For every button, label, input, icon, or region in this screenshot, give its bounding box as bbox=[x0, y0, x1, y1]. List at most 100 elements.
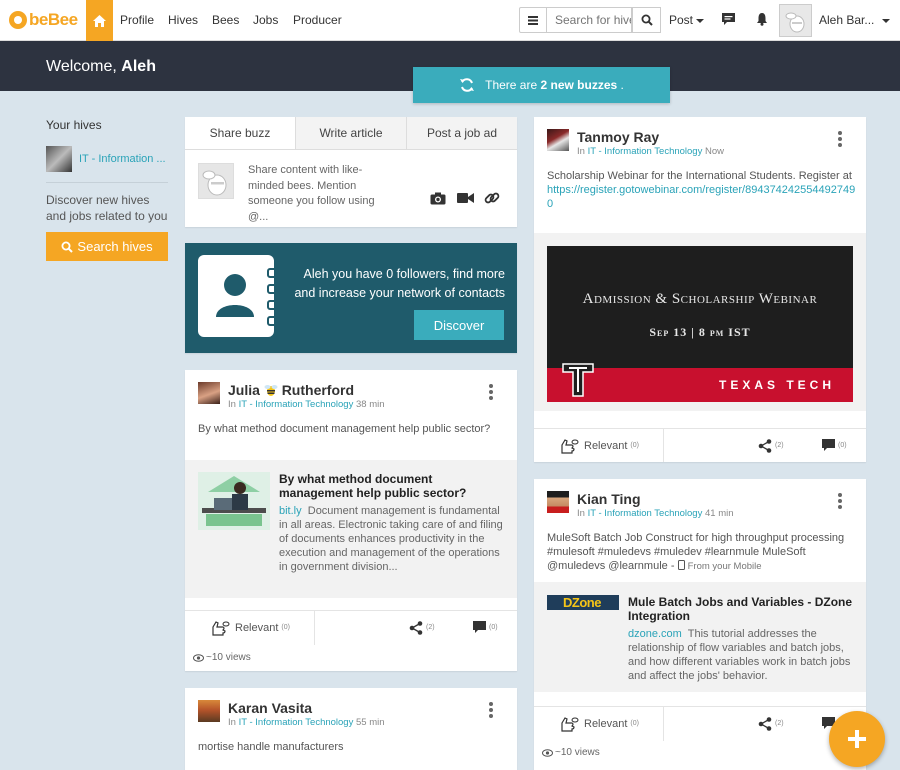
comment-count: (0) bbox=[838, 442, 847, 449]
post-options-icon[interactable] bbox=[838, 493, 842, 511]
nav-bees[interactable]: Bees bbox=[212, 13, 239, 27]
post-options-icon[interactable] bbox=[489, 702, 493, 720]
post-options-icon[interactable] bbox=[838, 131, 842, 149]
share-button[interactable]: (2) bbox=[409, 620, 435, 635]
in-label: In bbox=[228, 717, 236, 728]
camera-icon[interactable] bbox=[430, 192, 446, 205]
post-text: By what method document management help … bbox=[198, 423, 491, 435]
search-scope-menu-button[interactable] bbox=[519, 7, 547, 33]
logo-text: beBee bbox=[29, 10, 78, 29]
image-preview[interactable]: Admission & Scholarship Webinar Sep 13 |… bbox=[534, 233, 866, 411]
link-domain[interactable]: bit.ly bbox=[279, 505, 302, 517]
nav-producer[interactable]: Producer bbox=[293, 13, 342, 27]
hive-item-it[interactable]: IT - Information ... bbox=[46, 146, 168, 172]
relevant-button[interactable]: Relevant (0) bbox=[185, 610, 315, 645]
author-name[interactable]: Kian Ting bbox=[577, 491, 734, 508]
share-count: (2) bbox=[426, 624, 435, 631]
link-preview[interactable]: DZone Mule Batch Jobs and Variables - DZ… bbox=[534, 582, 866, 692]
post-dropdown[interactable]: Post bbox=[669, 13, 705, 27]
comment-button[interactable]: (0) bbox=[473, 621, 498, 634]
share-button[interactable]: (2) bbox=[758, 716, 784, 731]
link-description: dzone.com This tutorial addresses the re… bbox=[628, 627, 853, 683]
hive-link[interactable]: IT - Information Technology bbox=[588, 508, 703, 519]
post-time: 38 min bbox=[355, 399, 385, 410]
post-options-icon[interactable] bbox=[489, 384, 493, 402]
from-mobile-label: From your Mobile bbox=[687, 561, 762, 572]
comment-button[interactable]: (0) bbox=[822, 439, 847, 452]
video-camera-icon[interactable] bbox=[457, 192, 474, 204]
messages-icon[interactable] bbox=[721, 12, 736, 29]
author-name[interactable]: Tanmoy Ray bbox=[577, 129, 724, 146]
relevant-label: Relevant bbox=[584, 717, 628, 730]
link-thumbnail bbox=[198, 472, 270, 530]
texas-tech-logo-icon bbox=[562, 363, 594, 397]
share-prompt[interactable]: Share content with like-minded bees. Men… bbox=[248, 163, 393, 223]
create-post-fab[interactable] bbox=[829, 711, 885, 767]
hive-link[interactable]: IT - Information Technology bbox=[239, 399, 354, 410]
welcome-text: Welcome, Aleh bbox=[46, 58, 156, 76]
link-body: Mule Batch Jobs and Variables - DZone In… bbox=[628, 595, 853, 683]
user-avatar[interactable] bbox=[779, 4, 812, 37]
share-icon bbox=[758, 438, 772, 453]
relevant-button[interactable]: Relevant (0) bbox=[534, 706, 664, 741]
views-label: ~10 views bbox=[555, 747, 600, 758]
tab-post-job-ad[interactable]: Post a job ad bbox=[406, 117, 517, 149]
post-header: Julia Rutherford In IT - Information Tec… bbox=[198, 382, 385, 411]
author-name[interactable]: Julia Rutherford bbox=[228, 382, 385, 399]
discover-hives-text: Discover new hives and jobs related to y… bbox=[46, 193, 168, 223]
nav-hives[interactable]: Hives bbox=[168, 13, 198, 27]
hive-link[interactable]: IT - Information Technology bbox=[239, 717, 354, 728]
search-input[interactable] bbox=[547, 7, 632, 33]
views-count: ~10 views bbox=[542, 747, 600, 758]
author-avatar[interactable] bbox=[547, 491, 569, 513]
relevant-label: Relevant bbox=[235, 621, 279, 634]
nav-profile[interactable]: Profile bbox=[120, 13, 154, 27]
post-text: Scholarship Webinar for the Internationa… bbox=[547, 169, 857, 211]
tab-write-article[interactable]: Write article bbox=[295, 117, 406, 149]
new-buzzes-count: 2 new buzzes bbox=[540, 78, 618, 92]
hive-link[interactable]: IT - Information Technology bbox=[588, 146, 703, 157]
relevant-button[interactable]: Relevant (0) bbox=[534, 428, 664, 462]
discover-button[interactable]: Discover bbox=[414, 310, 504, 340]
in-label: In bbox=[228, 399, 236, 410]
user-menu[interactable]: Aleh Bar... bbox=[819, 13, 891, 27]
author-avatar[interactable] bbox=[198, 700, 220, 722]
comment-icon bbox=[822, 439, 835, 451]
relevant-label: Relevant bbox=[584, 439, 628, 452]
search-hives-button[interactable]: Search hives bbox=[46, 232, 168, 261]
share-count: (2) bbox=[775, 720, 784, 727]
search-button[interactable] bbox=[632, 7, 661, 33]
post-card-julia: Julia Rutherford In IT - Information Tec… bbox=[185, 370, 517, 671]
link-icon[interactable] bbox=[484, 190, 500, 206]
link-title[interactable]: Mule Batch Jobs and Variables - DZone In… bbox=[628, 595, 853, 623]
post-body: Scholarship Webinar for the Internationa… bbox=[547, 170, 852, 182]
share-button[interactable]: (2) bbox=[758, 438, 784, 453]
tab-share-buzz[interactable]: Share buzz bbox=[185, 117, 295, 149]
nav-jobs[interactable]: Jobs bbox=[253, 13, 278, 27]
post-actions: Relevant (0) (2) (0) bbox=[185, 610, 517, 645]
post-header: Karan Vasita In IT - Information Technol… bbox=[198, 700, 385, 729]
author-avatar[interactable] bbox=[198, 382, 220, 404]
link-title[interactable]: By what method document management help … bbox=[279, 472, 504, 500]
home-button[interactable] bbox=[86, 0, 113, 41]
bee-logo-icon bbox=[9, 11, 27, 29]
post-actions: Relevant (0) (2) (0) bbox=[534, 428, 866, 462]
author-first-name: Julia bbox=[228, 382, 260, 398]
new-buzzes-suffix: . bbox=[620, 78, 624, 92]
new-buzzes-notice[interactable]: There are 2 new buzzes . bbox=[413, 67, 670, 103]
author-last-name: Rutherford bbox=[281, 382, 355, 398]
author-name[interactable]: Karan Vasita bbox=[228, 700, 385, 717]
post-actions: Relevant (0) (2) bbox=[534, 706, 866, 741]
post-text: mortise handle manufacturers bbox=[198, 741, 344, 753]
search-icon bbox=[641, 14, 653, 26]
webinar-link[interactable]: https://register.gotowebinar.com/registe… bbox=[547, 183, 857, 211]
bebee-logo[interactable]: beBee bbox=[9, 10, 78, 30]
author-avatar[interactable] bbox=[547, 129, 569, 151]
link-domain[interactable]: dzone.com bbox=[628, 628, 682, 640]
link-preview[interactable]: By what method document management help … bbox=[185, 460, 517, 598]
webinar-banner: Admission & Scholarship Webinar Sep 13 |… bbox=[547, 246, 853, 402]
notifications-bell-icon[interactable] bbox=[756, 12, 768, 29]
post-label: Post bbox=[669, 13, 694, 27]
eye-icon bbox=[542, 748, 553, 757]
share-tabs: Share buzz Write article Post a job ad bbox=[185, 117, 517, 150]
